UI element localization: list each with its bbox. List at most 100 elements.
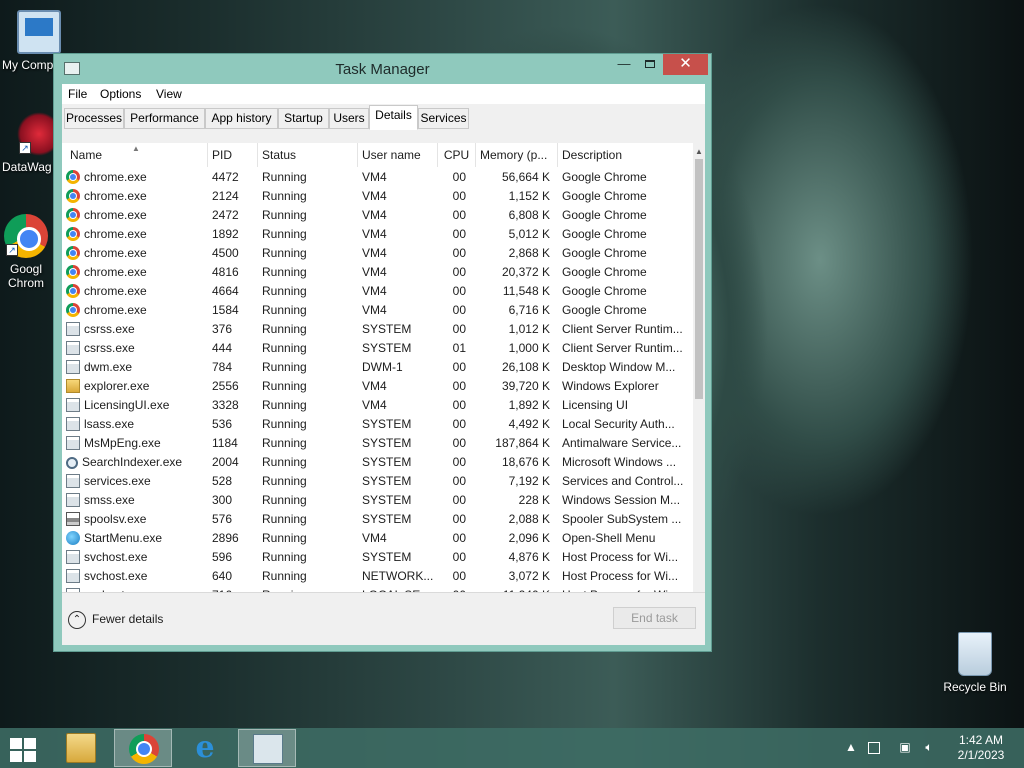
table-row[interactable]: SearchIndexer.exe 2004 Running SYSTEM 00 18,6… [62, 453, 693, 472]
process-pid: 1184 [212, 436, 238, 450]
task-manager-window[interactable]: Task Manager — ✕ File Options View Proce… [53, 53, 712, 652]
table-row[interactable]: lsass.exe 536 Running SYSTEM 00 4,492 K Local … [62, 415, 693, 434]
column-header-name[interactable]: Name ▲ [66, 143, 208, 167]
taskbar-internet-explorer[interactable]: e [176, 729, 234, 767]
scroll-up-arrow-icon[interactable]: ▲ [693, 145, 705, 159]
process-description: Google Chrome [562, 208, 647, 222]
taskbar-chrome[interactable] [114, 729, 172, 767]
close-button[interactable]: ✕ [663, 54, 708, 75]
process-status: Running [262, 227, 307, 241]
tab-services[interactable]: Services [418, 108, 469, 129]
process-name-cell: chrome.exe [66, 282, 206, 301]
tab-app-history[interactable]: App history [205, 108, 278, 129]
minimize-button[interactable]: — [611, 54, 637, 75]
process-memory: 1,892 K [508, 398, 550, 412]
process-name-cell: svchost.exe [66, 548, 206, 567]
table-row[interactable]: chrome.exe 2124 Running VM4 00 1,152 K Google … [62, 187, 693, 206]
shortcut-arrow-icon: ↗ [19, 142, 31, 154]
process-pid: 2124 [212, 189, 239, 203]
process-name: explorer.exe [84, 379, 150, 393]
process-name: spoolsv.exe [84, 512, 147, 526]
table-row[interactable]: StartMenu.exe 2896 Running VM4 00 2,096 K Open… [62, 529, 693, 548]
process-memory: 3,072 K [508, 569, 550, 583]
process-pid: 2896 [212, 531, 239, 545]
process-pid: 4816 [212, 265, 239, 279]
table-row[interactable]: chrome.exe 4664 Running VM4 00 11,548 K Google… [62, 282, 693, 301]
title-bar[interactable]: Task Manager — ✕ [54, 54, 711, 84]
process-user: SYSTEM [362, 455, 412, 469]
column-header-user-name[interactable]: User name [358, 143, 438, 167]
menu-options[interactable]: Options [100, 87, 141, 101]
tab-details[interactable]: Details [369, 105, 418, 130]
table-row[interactable]: services.exe 528 Running SYSTEM 00 7,192 K Ser… [62, 472, 693, 491]
process-memory: 2,868 K [508, 246, 550, 260]
table-row[interactable]: LicensingUI.exe 3328 Running VM4 00 1,892 K Li… [62, 396, 693, 415]
taskbar-clock[interactable]: 1:42 AM 2/1/2023 [950, 733, 1012, 763]
table-row[interactable]: svchost.exe 640 Running NETWORK... 00 3,072 K… [62, 567, 693, 586]
end-task-button[interactable]: End task [613, 607, 696, 629]
vertical-scrollbar[interactable]: ▲ ▼ [693, 143, 705, 623]
start-button[interactable] [8, 736, 38, 762]
process-name: csrss.exe [84, 322, 135, 336]
table-row[interactable]: chrome.exe 4472 Running VM4 00 56,664 K Google… [62, 168, 693, 187]
table-row[interactable]: svchost.exe 596 Running SYSTEM 00 4,876 K Host… [62, 548, 693, 567]
table-row[interactable]: chrome.exe 4500 Running VM4 00 2,868 K Google … [62, 244, 693, 263]
tab-startup[interactable]: Startup [278, 108, 329, 129]
table-row[interactable]: chrome.exe 1584 Running VM4 00 6,716 K Google … [62, 301, 693, 320]
taskbar-task-manager[interactable] [238, 729, 296, 767]
column-header-pid[interactable]: PID [208, 143, 258, 167]
process-name: MsMpEng.exe [84, 436, 161, 450]
process-name-cell: spoolsv.exe [66, 510, 206, 529]
process-memory: 1,000 K [508, 341, 550, 355]
process-name: chrome.exe [84, 227, 147, 241]
process-cpu: 00 [452, 189, 466, 203]
process-name-cell: csrss.exe [66, 320, 206, 339]
application-window-icon [66, 398, 80, 412]
table-row[interactable]: explorer.exe 2556 Running VM4 00 39,720 K Wind… [62, 377, 693, 396]
menu-file[interactable]: File [68, 87, 87, 101]
column-header-description[interactable]: Description [558, 143, 693, 167]
desktop-icon-recycle-bin[interactable]: Recycle Bin [938, 632, 1012, 694]
table-row[interactable]: chrome.exe 4816 Running VM4 00 20,372 K Google… [62, 263, 693, 282]
application-window-icon [66, 417, 80, 431]
scroll-thumb[interactable] [695, 159, 703, 399]
column-header-cpu[interactable]: CPU [438, 143, 476, 167]
taskbar-file-explorer[interactable] [52, 729, 110, 767]
column-header-status[interactable]: Status [258, 143, 358, 167]
table-row[interactable]: chrome.exe 2472 Running VM4 00 6,808 K Google … [62, 206, 693, 225]
tab-users[interactable]: Users [329, 108, 369, 129]
chrome-icon [66, 170, 80, 184]
show-hidden-icons-chevron-icon[interactable]: ▲ [844, 740, 858, 754]
table-row[interactable]: csrss.exe 444 Running SYSTEM 01 1,000 K Client… [62, 339, 693, 358]
process-name: chrome.exe [84, 303, 147, 317]
desktop-icon-chrome[interactable]: ↗ Googl Chrom [0, 214, 52, 290]
process-name-cell: chrome.exe [66, 168, 206, 187]
column-header-memory[interactable]: Memory (p... [476, 143, 558, 167]
menu-view[interactable]: View [156, 87, 182, 101]
process-user: VM4 [362, 170, 387, 184]
fewer-details-button[interactable]: ⌃ Fewer details [68, 609, 163, 629]
process-memory: 1,012 K [508, 322, 550, 336]
process-description: Services and Control... [562, 474, 684, 488]
table-row[interactable]: csrss.exe 376 Running SYSTEM 00 1,012 K Client… [62, 320, 693, 339]
table-row[interactable]: dwm.exe 784 Running DWM-1 00 26,108 K Desktop … [62, 358, 693, 377]
network-icon[interactable]: ▣ [898, 740, 912, 754]
chrome-icon [129, 734, 159, 764]
process-user: VM4 [362, 189, 387, 203]
tab-performance[interactable]: Performance [124, 108, 205, 129]
action-center-icon[interactable] [868, 742, 880, 754]
table-row[interactable]: MsMpEng.exe 1184 Running SYSTEM 00 187,864 K A… [62, 434, 693, 453]
speaker-icon[interactable]: 🔈︎ [922, 740, 936, 754]
process-description: Google Chrome [562, 189, 647, 203]
table-row[interactable]: spoolsv.exe 576 Running SYSTEM 00 2,088 K Spoo… [62, 510, 693, 529]
table-row[interactable]: smss.exe 300 Running SYSTEM 00 228 K Windows S… [62, 491, 693, 510]
maximize-button[interactable] [637, 54, 663, 75]
process-description: Host Process for Wi... [562, 550, 679, 564]
process-description: Windows Session M... [562, 493, 681, 507]
tab-processes[interactable]: Processes [64, 108, 124, 129]
windows-logo-icon [24, 751, 36, 762]
process-user: VM4 [362, 284, 387, 298]
process-cpu: 00 [452, 265, 466, 279]
table-row[interactable]: chrome.exe 1892 Running VM4 00 5,012 K Google … [62, 225, 693, 244]
process-pid: 3328 [212, 398, 239, 412]
